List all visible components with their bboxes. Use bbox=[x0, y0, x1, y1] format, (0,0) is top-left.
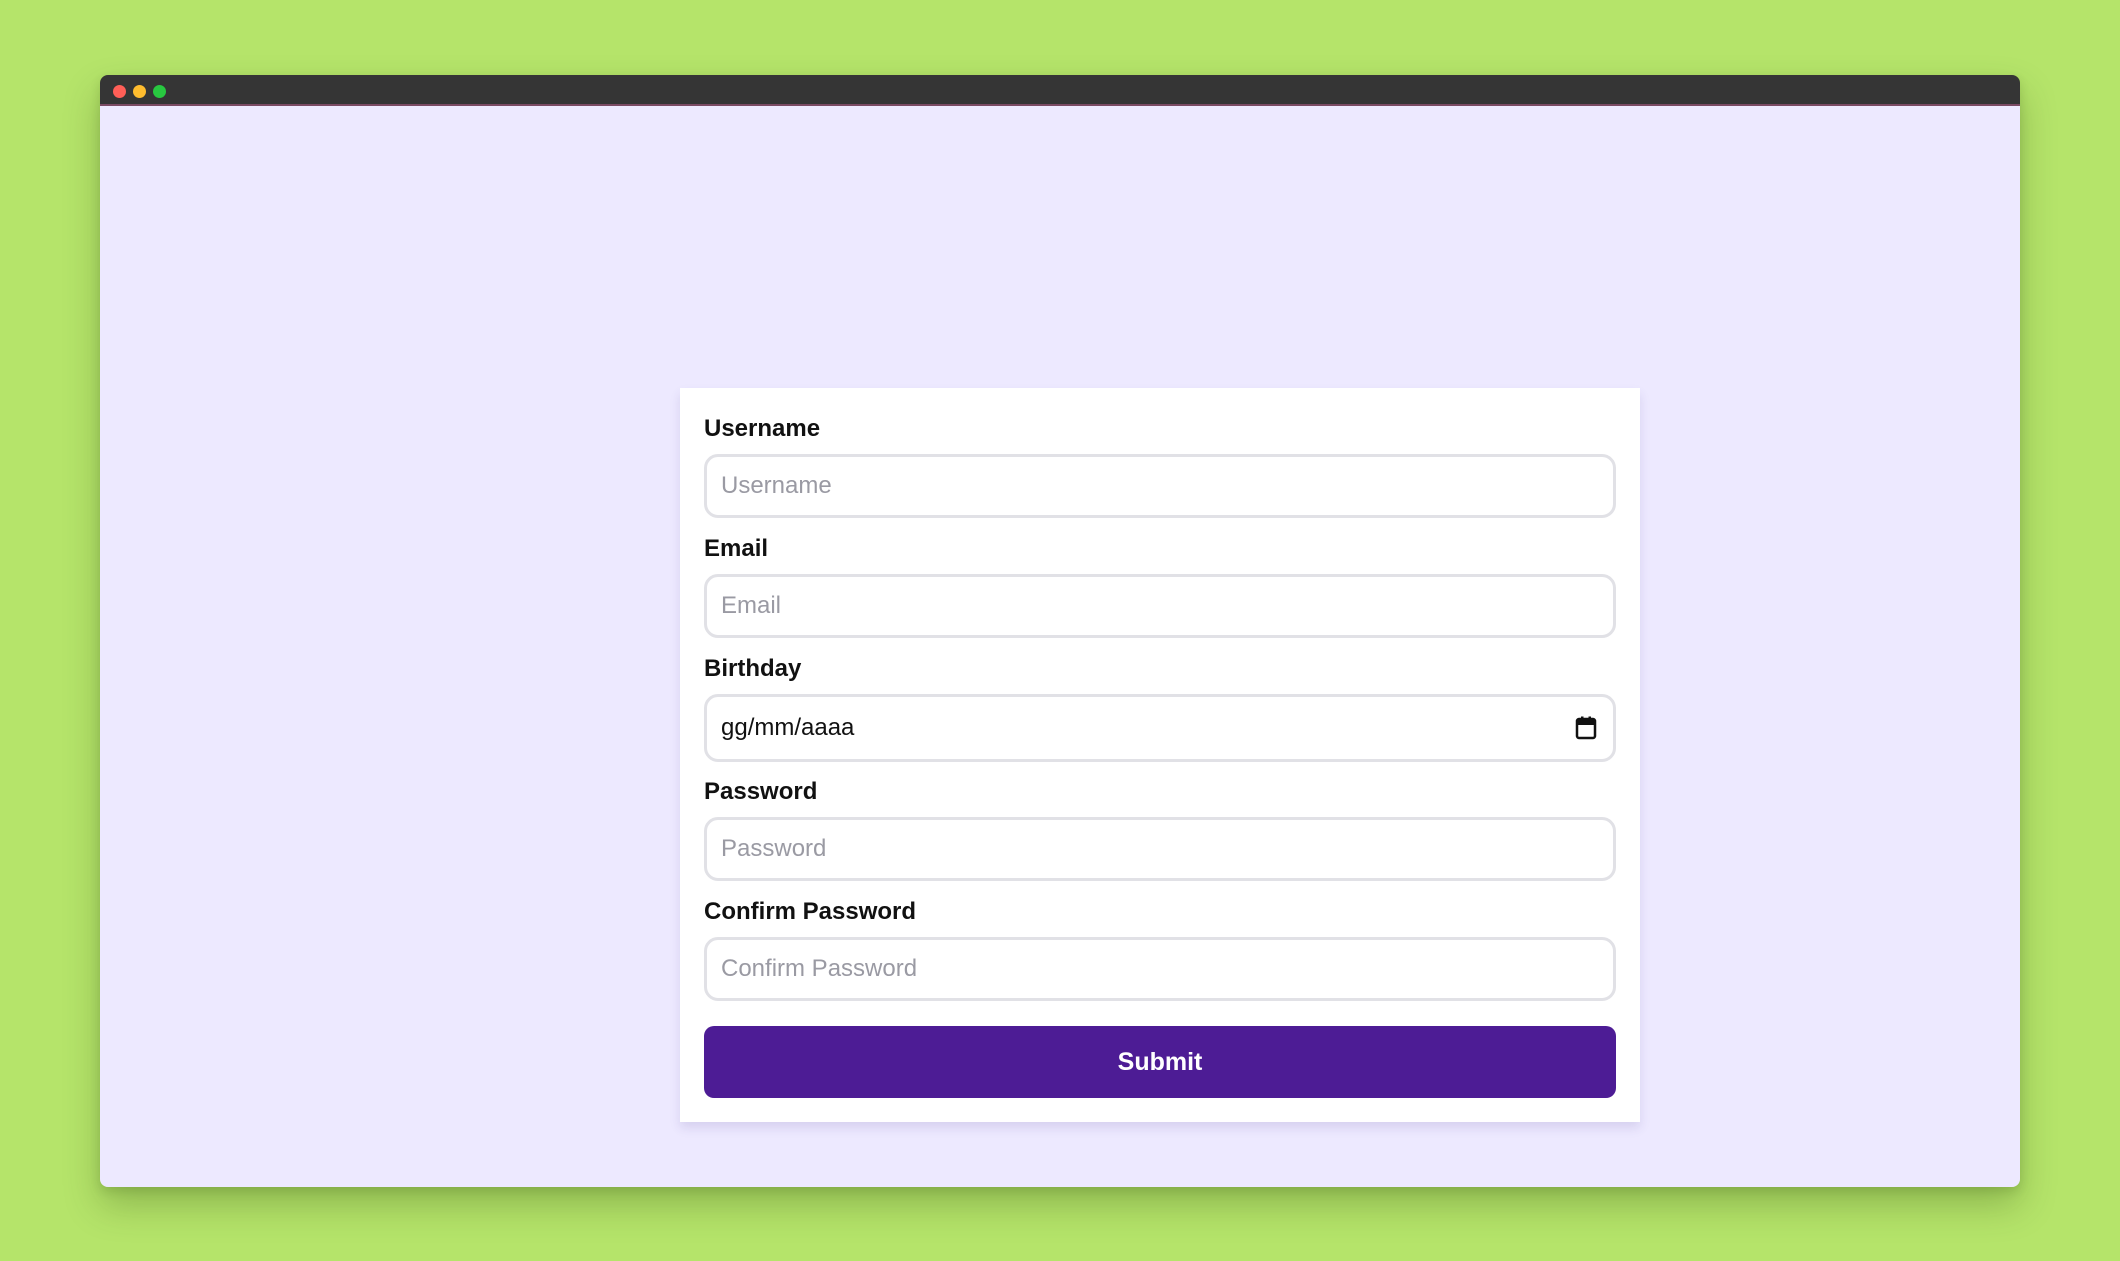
birthday-label: Birthday bbox=[704, 655, 802, 682]
email-label: Email bbox=[704, 535, 769, 562]
submit-button[interactable]: Submit bbox=[704, 1026, 1616, 1098]
confirm-password-label: Confirm Password bbox=[704, 898, 917, 925]
page-content: Username Email Birthday gg/mm/aaaa Passw… bbox=[100, 106, 2020, 1187]
close-window-button[interactable] bbox=[113, 85, 126, 98]
email-input[interactable] bbox=[704, 574, 1616, 638]
maximize-window-button[interactable] bbox=[153, 85, 166, 98]
username-label: Username bbox=[704, 415, 821, 442]
minimize-window-button[interactable] bbox=[133, 85, 146, 98]
signup-form: Username Email Birthday gg/mm/aaaa Passw… bbox=[680, 388, 1640, 1122]
confirm-password-input[interactable] bbox=[704, 937, 1616, 1001]
birthday-date-value: gg/mm/aaaa bbox=[721, 714, 855, 741]
password-label: Password bbox=[704, 778, 818, 805]
password-input[interactable] bbox=[704, 817, 1616, 881]
username-input[interactable] bbox=[704, 454, 1616, 518]
calendar-icon[interactable] bbox=[1575, 716, 1597, 740]
birthday-date-input[interactable]: gg/mm/aaaa bbox=[704, 694, 1616, 762]
browser-window: Username Email Birthday gg/mm/aaaa Passw… bbox=[100, 75, 2020, 1187]
window-titlebar bbox=[100, 75, 2020, 106]
